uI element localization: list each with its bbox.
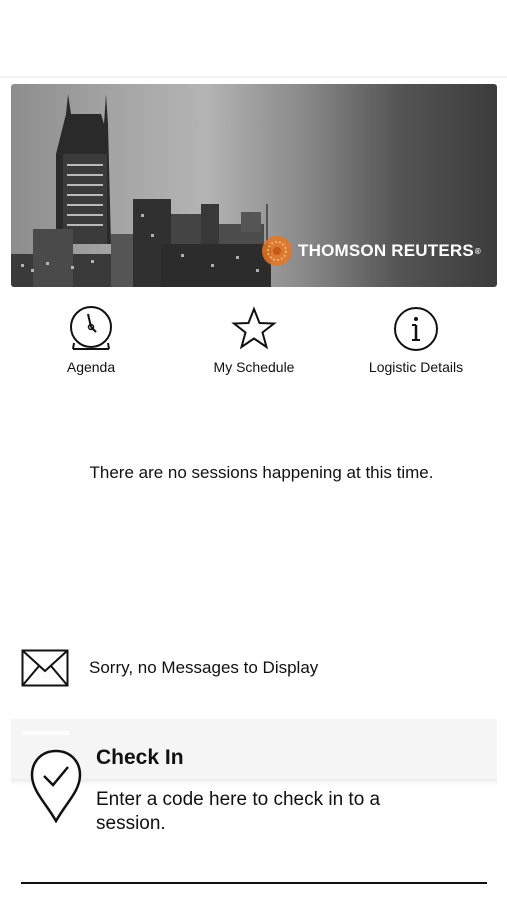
my-schedule-label: My Schedule	[213, 359, 295, 375]
brand-registered-mark: ®	[474, 246, 481, 256]
no-sessions-message: There are no sessions happening at this …	[89, 463, 434, 482]
my-schedule-button[interactable]: My Schedule	[184, 305, 324, 375]
check-in-description: Enter a code here to check in to a sessi…	[96, 789, 381, 834]
check-in-divider	[11, 779, 497, 785]
messages-empty-text: Sorry, no Messages to Display	[89, 658, 319, 677]
brand-name: THOMSON REUTERS	[298, 241, 474, 260]
messages-row[interactable]: Sorry, no Messages to Display	[21, 648, 318, 688]
quick-nav: Agenda My Schedule Logistic Details	[0, 305, 507, 385]
top-bar	[0, 0, 507, 78]
logistic-details-label: Logistic Details	[368, 359, 464, 375]
star-icon	[231, 306, 277, 350]
thomson-reuters-logo	[262, 236, 293, 266]
agenda-label: Agenda	[66, 359, 116, 375]
thomson-reuters-brand: THOMSON REUTERS ®	[260, 234, 481, 268]
check-in-header-band	[11, 719, 497, 779]
envelope-icon	[21, 649, 69, 687]
info-icon	[394, 307, 438, 351]
logistic-details-button[interactable]: Logistic Details	[346, 305, 486, 375]
event-banner: THOMSON REUTERS ®	[11, 84, 497, 287]
check-in-tab-indicator	[22, 731, 69, 735]
clock-icon	[70, 306, 112, 350]
check-in-title: Check In	[96, 746, 184, 769]
agenda-button[interactable]: Agenda	[21, 305, 161, 375]
check-in-code-input[interactable]	[21, 882, 487, 884]
location-pin-check-icon	[30, 749, 82, 823]
